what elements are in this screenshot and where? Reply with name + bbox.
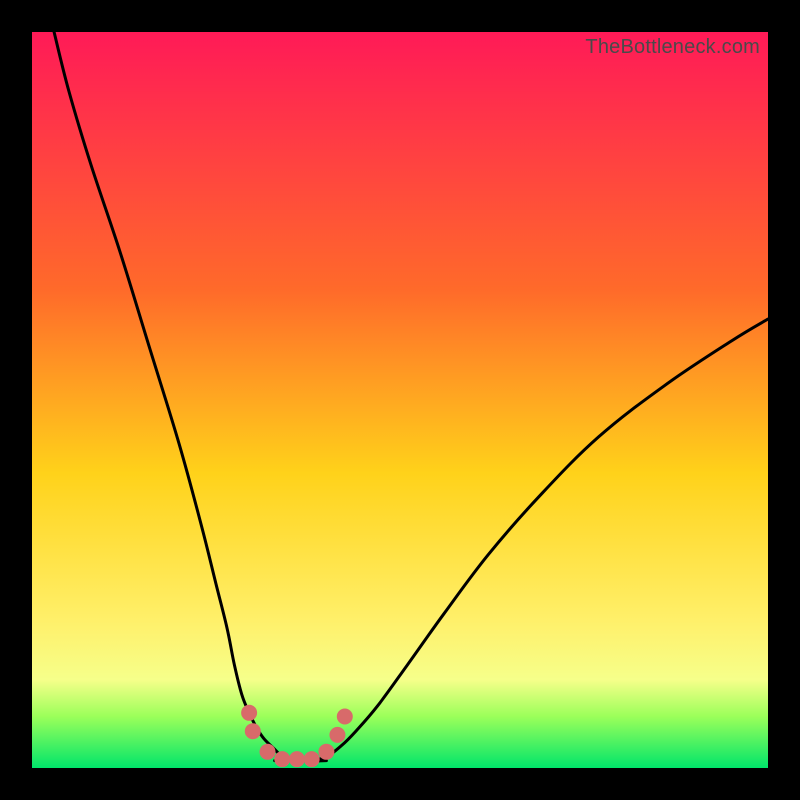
chart-svg [32, 32, 768, 768]
curve-marker [337, 708, 353, 724]
gradient-background [32, 32, 768, 768]
curve-marker [241, 705, 257, 721]
curve-marker [304, 751, 320, 767]
plot-area [32, 32, 768, 768]
chart-frame: TheBottleneck.com [32, 32, 768, 768]
curve-marker [274, 751, 290, 767]
curve-marker [329, 727, 345, 743]
curve-marker [318, 744, 334, 760]
curve-marker [289, 751, 305, 767]
curve-marker [245, 723, 261, 739]
curve-marker [260, 744, 276, 760]
watermark-text: TheBottleneck.com [585, 36, 760, 59]
